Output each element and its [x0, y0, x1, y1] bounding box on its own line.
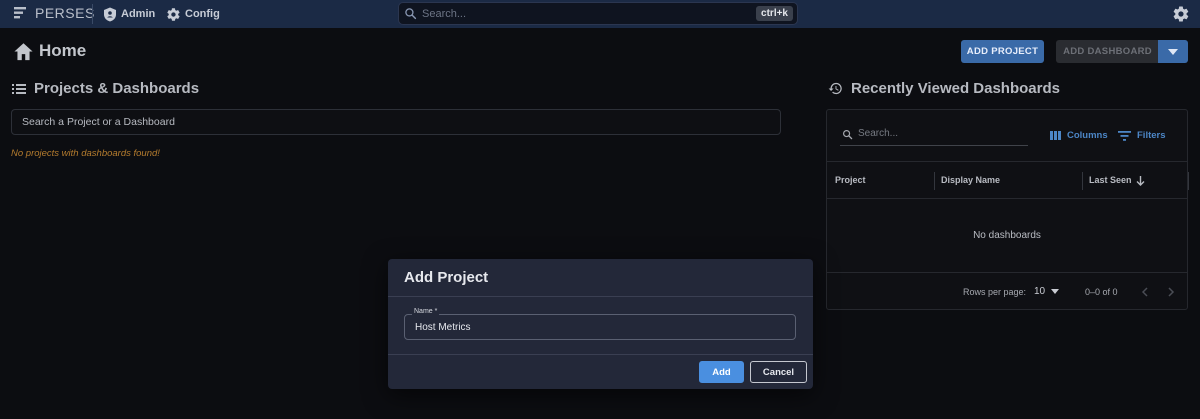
project-name-field[interactable]: Host Metrics — [404, 314, 796, 340]
add-project-dialog: Add Project Host Metrics Name * Add Canc… — [388, 259, 813, 389]
columns-button[interactable]: Columns — [1050, 130, 1108, 141]
search-icon — [405, 8, 417, 20]
filters-label: Filters — [1137, 130, 1166, 141]
project-search-input[interactable]: Search a Project or a Dashboard — [11, 109, 781, 135]
dialog-divider — [388, 296, 813, 297]
page-title-text: Home — [39, 41, 87, 60]
project-name-value[interactable]: Host Metrics — [415, 322, 471, 333]
add-dashboard-button[interactable]: ADD DASHBOARD — [1056, 40, 1159, 63]
project-name-label: Name * — [412, 308, 440, 315]
column-separator — [1188, 172, 1189, 190]
filters-button[interactable]: Filters — [1118, 130, 1166, 141]
global-search-placeholder: Search... — [422, 8, 467, 20]
shield-icon — [104, 7, 116, 21]
caret-down-icon — [1051, 289, 1060, 294]
no-dashboards-message: No dashboards — [973, 230, 1041, 241]
recent-section-title: Recently Viewed Dashboards — [828, 80, 1060, 97]
add-project-button[interactable]: ADD PROJECT — [961, 40, 1044, 63]
columns-icon — [1050, 131, 1061, 140]
keyboard-shortcut-badge: ctrl+k — [756, 6, 793, 21]
projects-section-title: Projects & Dashboards — [12, 80, 199, 97]
dialog-title: Add Project — [404, 269, 489, 286]
chevron-left-icon[interactable] — [1141, 287, 1148, 297]
column-separator[interactable] — [1082, 172, 1083, 190]
no-projects-message: No projects with dashboards found! — [11, 148, 160, 159]
search-icon — [843, 130, 853, 140]
brand-logo[interactable]: PERSES — [14, 5, 95, 21]
column-header-last-seen[interactable]: Last Seen — [1089, 175, 1132, 185]
columns-label: Columns — [1067, 130, 1108, 141]
rows-per-page-label: Rows per page: — [963, 287, 1027, 297]
recent-dashboards-table: Search... Columns Filters Project Displa… — [826, 109, 1189, 310]
caret-down-icon — [1168, 48, 1178, 55]
footer-divider — [827, 272, 1187, 273]
admin-label: Admin — [121, 8, 156, 20]
admin-button[interactable]: Admin — [103, 4, 155, 24]
gear-icon — [167, 7, 180, 21]
global-search-input[interactable]: Search... ctrl+k — [398, 2, 798, 25]
rows-per-page-select[interactable]: 10 — [1034, 286, 1060, 297]
table-header: Project Display Name Last Seen — [827, 161, 1189, 199]
dialog-divider — [388, 354, 813, 355]
add-button[interactable]: Add — [699, 361, 744, 383]
pagination-range: 0–0 of 0 — [1085, 287, 1118, 297]
column-header-project[interactable]: Project — [835, 175, 866, 185]
perses-logo-icon — [14, 7, 26, 19]
chevron-right-icon[interactable] — [1168, 287, 1175, 297]
add-dashboard-dropdown-button[interactable] — [1158, 40, 1188, 63]
top-bar: PERSES Admin Config Search... ctrl+k — [0, 0, 1200, 28]
rows-per-page-value: 10 — [1034, 286, 1046, 297]
brand-name: PERSES — [35, 5, 95, 21]
arrow-down-icon[interactable] — [1136, 176, 1145, 186]
settings-button[interactable] — [1172, 5, 1190, 28]
projects-section-title-text: Projects & Dashboards — [34, 80, 200, 97]
page-title: Home — [13, 41, 86, 61]
project-search-placeholder: Search a Project or a Dashboard — [22, 116, 175, 128]
column-separator[interactable] — [934, 172, 935, 190]
recent-search-placeholder: Search... — [858, 128, 899, 139]
history-icon — [828, 82, 842, 95]
config-button[interactable]: Config — [166, 4, 220, 24]
config-label: Config — [185, 8, 220, 20]
filter-icon — [1118, 130, 1131, 141]
recent-search-input[interactable]: Search... — [840, 124, 1028, 146]
topbar-divider — [92, 4, 93, 24]
recent-section-title-text: Recently Viewed Dashboards — [851, 80, 1060, 97]
cancel-button[interactable]: Cancel — [750, 361, 807, 383]
column-header-display-name[interactable]: Display Name — [941, 175, 1000, 185]
list-icon — [12, 83, 26, 94]
gear-icon — [1173, 6, 1189, 22]
home-icon — [14, 42, 33, 60]
